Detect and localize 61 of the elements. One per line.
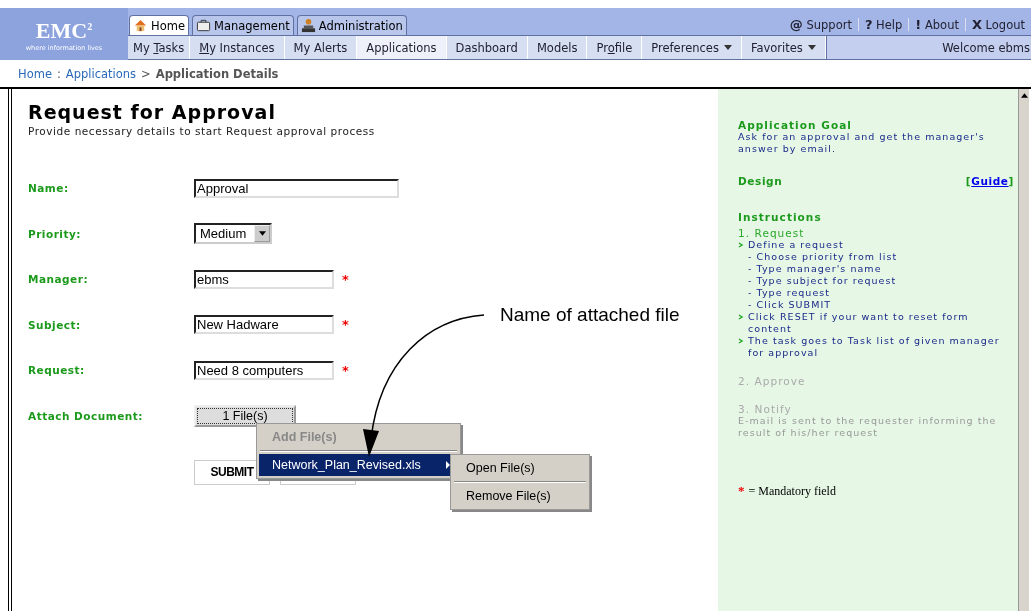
instruction-text: - Type manager's name <box>747 263 883 275</box>
page-subtitle: Provide necessary details to start Request approval process <box>28 125 376 137</box>
top-tab[interactable]: Administration <box>296 15 407 35</box>
nav-tab[interactable]: My Tasks <box>128 36 191 59</box>
instruction-text: Click RESET if your want to reset form content <box>748 311 970 335</box>
nav-tab[interactable]: Preferences <box>642 36 742 59</box>
goal-text: Ask for an approval and get the manager's answer by email. <box>738 131 986 155</box>
bracket: [ <box>965 175 972 187</box>
top-tab[interactable]: Home <box>129 15 189 35</box>
nav-tab[interactable]: My Instances <box>190 36 285 59</box>
instruction-text: - Choose priority from list <box>747 251 899 263</box>
nav-tab[interactable]: Favorites <box>741 36 826 59</box>
bracket: ] <box>1008 175 1014 187</box>
step-title: 3. Notify <box>738 403 793 415</box>
section-heading: Design <box>738 175 783 187</box>
nav-tab[interactable]: Models <box>527 36 588 59</box>
field-label: Subject: <box>28 318 82 331</box>
instruction-text: Define a request <box>748 239 844 251</box>
utility-link[interactable]: X Logout <box>965 17 1031 32</box>
breadcrumb-link[interactable]: Applications <box>65 66 137 81</box>
step-title: 1. Request <box>738 227 806 239</box>
text-field[interactable]: Need 8 computers <box>194 360 334 380</box>
field-label: Priority: <box>28 227 83 240</box>
nav-tab[interactable]: Dashboard <box>446 36 528 59</box>
priority-dropdown[interactable]: Medium <box>194 223 272 244</box>
text-field[interactable]: New Hadware <box>194 315 334 334</box>
required-mark: * <box>342 271 349 287</box>
field-label: Name: <box>28 182 70 194</box>
menu-item[interactable]: Remove File(s) <box>453 485 587 507</box>
instruction-text: The task goes to Task list of given manager for approval <box>748 335 1001 359</box>
annotation-text: Name of attached file <box>500 304 680 326</box>
instruction-text: - Type request <box>747 287 832 299</box>
files-button[interactable]: 1 File(s) <box>194 404 296 427</box>
breadcrumb-separator: : <box>56 66 61 81</box>
required-mark: * <box>342 362 349 378</box>
instruction-text: - Click SUBMIT <box>747 299 833 311</box>
utility-link[interactable]: ? Help <box>858 17 909 32</box>
top-tab[interactable]: Management <box>191 15 294 35</box>
breadcrumb-separator: > <box>141 66 151 81</box>
field-label: Request: <box>28 364 86 376</box>
step-note: E-mail is sent to the requester informing the result of his/her request <box>738 415 998 439</box>
required-mark: * <box>738 483 745 499</box>
field-label: Attach Document: <box>28 409 144 422</box>
instruction-text: - Type subject for request <box>747 275 898 287</box>
utility-link[interactable]: ! About <box>909 17 965 32</box>
nav-tab[interactable]: Applications <box>357 36 447 59</box>
text-field[interactable]: ebms <box>194 269 334 289</box>
section-heading: Instructions <box>738 211 823 223</box>
section-heading: Application Goal <box>738 119 853 131</box>
utility-link[interactable]: @ Support <box>783 17 858 32</box>
required-mark: * <box>342 317 349 332</box>
breadcrumb-current: Application Details <box>155 66 279 81</box>
nav-tab[interactable]: Profile <box>587 36 643 59</box>
step-title: 2. Approve <box>738 375 807 387</box>
welcome-text: Welcome ebms <box>942 40 1030 55</box>
legend-text: = Mandatory field <box>748 483 836 499</box>
guide-link[interactable]: Guide <box>971 175 1009 187</box>
page-title: Request for Approval <box>28 101 277 123</box>
breadcrumb-link[interactable]: Home <box>18 66 52 81</box>
text-field[interactable]: Approval <box>194 178 399 198</box>
field-label: Manager: <box>28 273 90 285</box>
